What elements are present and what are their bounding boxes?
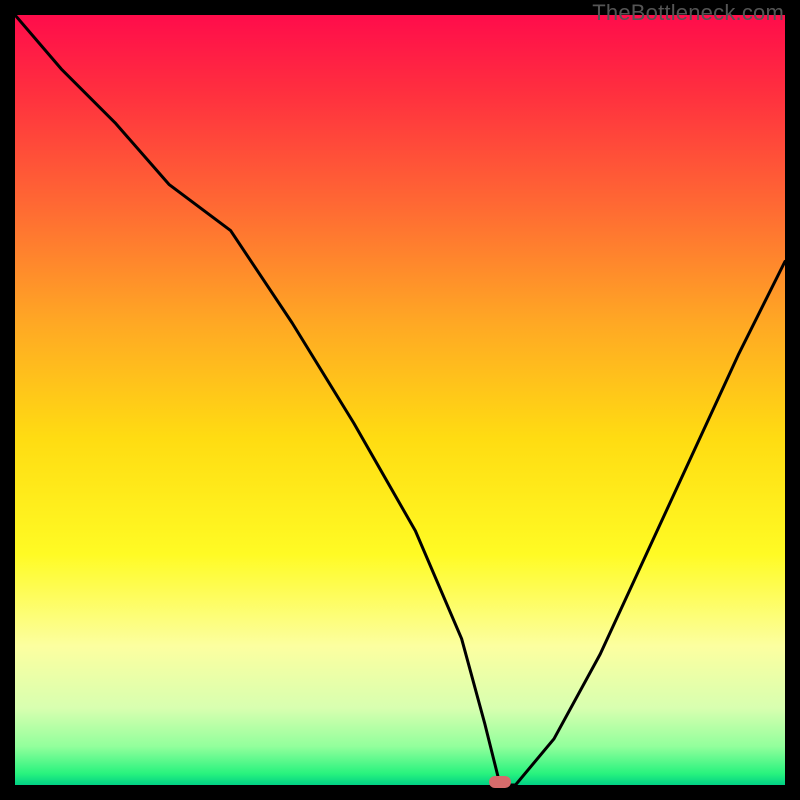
watermark-text: TheBottleneck.com	[592, 0, 784, 26]
chart-frame: TheBottleneck.com	[0, 0, 800, 800]
chart-svg	[15, 15, 785, 785]
gradient-background	[15, 15, 785, 785]
plot-area	[15, 15, 785, 785]
optimal-point-marker	[489, 776, 511, 788]
